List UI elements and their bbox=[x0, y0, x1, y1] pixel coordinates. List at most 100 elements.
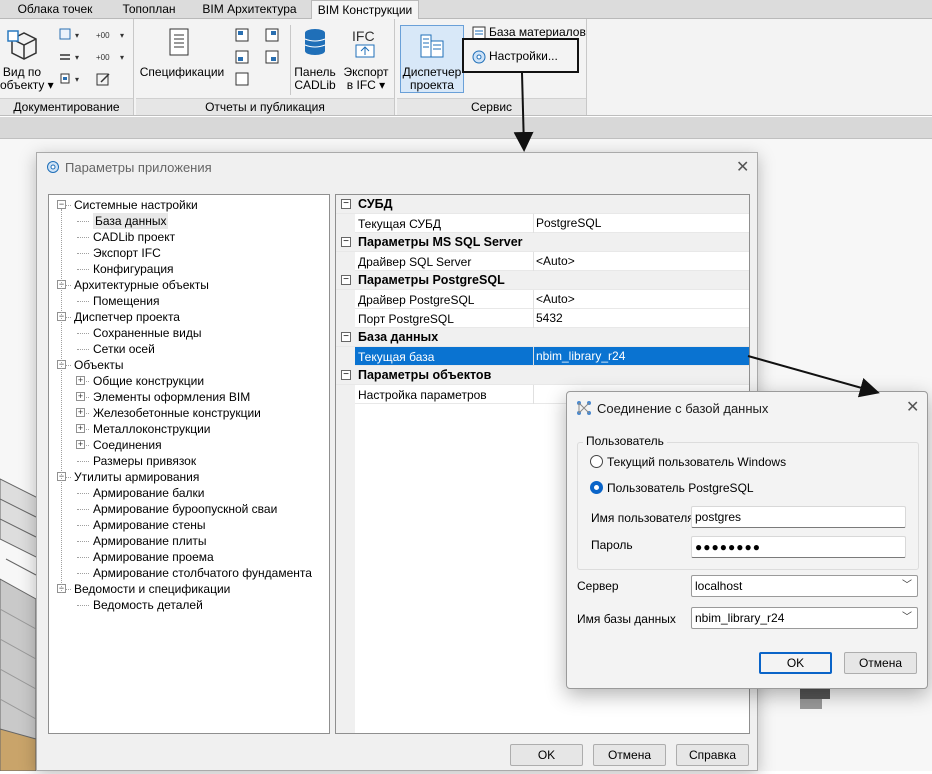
tree-node-item[interactable]: Помещения bbox=[93, 293, 159, 309]
column-divider bbox=[533, 347, 534, 366]
tree-node-item[interactable]: Ведомость деталей bbox=[93, 597, 203, 613]
tree-node-group[interactable]: Системные настройки bbox=[74, 197, 198, 213]
db-ok-button[interactable]: OK bbox=[759, 652, 832, 674]
collapse-icon[interactable]: − bbox=[341, 199, 351, 209]
grid-property-row[interactable]: Драйвер PostgreSQL <Auto> bbox=[336, 290, 749, 309]
tree-node-item[interactable]: Армирование плиты bbox=[93, 533, 207, 549]
specifications-button[interactable]: Спецификации bbox=[136, 66, 228, 79]
property-value[interactable]: PostgreSQL bbox=[536, 216, 601, 230]
cancel-button[interactable]: Отмена bbox=[593, 744, 666, 766]
dimension-icon-2[interactable]: +00 ▾ bbox=[95, 49, 129, 68]
tree-node-item[interactable]: Армирование стены bbox=[93, 517, 206, 533]
tree-connector bbox=[77, 461, 89, 462]
tree-node-item[interactable]: Размеры привязок bbox=[93, 453, 196, 469]
tree-node-item[interactable]: Металлоконструкции bbox=[93, 421, 211, 437]
collapse-icon[interactable]: − bbox=[341, 275, 351, 285]
grid-property-row[interactable]: Текущая СУБД PostgreSQL bbox=[336, 214, 749, 233]
expand-icon[interactable]: + bbox=[76, 376, 85, 385]
ok-button[interactable]: OK bbox=[510, 744, 583, 766]
report-small-icon-1[interactable] bbox=[234, 27, 250, 46]
dimension-icon-1[interactable]: +00 ▾ bbox=[95, 27, 129, 46]
radio-windows-label[interactable]: Текущий пользователь Windows bbox=[607, 455, 786, 469]
tree-node-group[interactable]: Архитектурные объекты bbox=[74, 277, 209, 293]
server-label: Сервер bbox=[577, 579, 619, 593]
doc-small-icon-2[interactable]: ▾ bbox=[58, 49, 84, 68]
tree-node-item[interactable]: База данных bbox=[93, 213, 169, 229]
grid-category[interactable]: − Параметры PostgreSQL bbox=[336, 271, 749, 290]
property-value[interactable]: 5432 bbox=[536, 311, 563, 325]
tree-node-group[interactable]: Ведомости и спецификации bbox=[74, 581, 230, 597]
tree-node-item[interactable]: Армирование столбчатого фундамента bbox=[93, 565, 312, 581]
tab-bim-structures[interactable]: BIM Конструкции bbox=[311, 0, 419, 19]
tree-node-group[interactable]: Диспетчер проекта bbox=[74, 309, 180, 325]
collapse-icon[interactable]: − bbox=[341, 332, 351, 342]
grid-category[interactable]: − Параметры MS SQL Server bbox=[336, 233, 749, 252]
tree-node-group[interactable]: Утилиты армирования bbox=[74, 469, 199, 485]
close-icon[interactable]: ✕ bbox=[736, 157, 749, 177]
radio-postgres-label[interactable]: Пользователь PostgreSQL bbox=[607, 481, 754, 495]
collapse-icon[interactable]: − bbox=[57, 200, 66, 209]
cadlib-panel-button[interactable]: Панель CADLib bbox=[290, 66, 340, 92]
close-icon[interactable]: ✕ bbox=[906, 397, 919, 417]
property-value[interactable]: <Auto> bbox=[536, 254, 575, 268]
grid-category[interactable]: − СУБД bbox=[336, 195, 749, 214]
grid-property-row[interactable]: Порт PostgreSQL 5432 bbox=[336, 309, 749, 328]
ifc-export-button[interactable]: Экспорт в IFC ▾ bbox=[340, 66, 392, 92]
report-small-icon-4[interactable] bbox=[264, 27, 280, 46]
tree-node-item[interactable]: Сетки осей bbox=[93, 341, 155, 357]
tree-node-item[interactable]: Соединения bbox=[93, 437, 162, 453]
tree-node-item[interactable]: Конфигурация bbox=[93, 261, 174, 277]
collapse-icon[interactable]: − bbox=[341, 370, 351, 380]
help-button[interactable]: Справка bbox=[676, 744, 749, 766]
expand-icon[interactable]: + bbox=[76, 392, 85, 401]
tab-bim-architecture[interactable]: BIM Архитектура bbox=[192, 0, 307, 19]
grid-category[interactable]: − Параметры объектов bbox=[336, 366, 749, 385]
grid-property-row[interactable]: Текущая база nbim_library_r24 bbox=[336, 347, 749, 366]
db-cancel-button[interactable]: Отмена bbox=[844, 652, 917, 674]
tree-node-item[interactable]: Армирование проема bbox=[93, 549, 214, 565]
project-manager-button[interactable]: Диспетчер проекта bbox=[400, 66, 464, 92]
settings-tree[interactable]: − Системные настройки База данных CADLib пр… bbox=[48, 194, 330, 734]
tree-node-item[interactable]: Общие конструкции bbox=[93, 373, 204, 389]
edit-icon[interactable] bbox=[95, 71, 115, 90]
property-value[interactable]: <Auto> bbox=[536, 292, 575, 306]
tree-node-item[interactable]: Сохраненные виды bbox=[93, 325, 201, 341]
property-value[interactable]: nbim_library_r24 bbox=[536, 349, 625, 363]
dbname-combo[interactable]: nbim_library_r24 ﹀ bbox=[691, 607, 918, 629]
report-small-icon-3[interactable] bbox=[234, 71, 250, 90]
username-field[interactable]: postgres bbox=[691, 506, 906, 528]
tree-node-item[interactable]: CADLib проект bbox=[93, 229, 175, 245]
radio-postgres-user[interactable] bbox=[590, 481, 603, 494]
property-name: Порт PostgreSQL bbox=[358, 312, 454, 326]
view-by-object-button[interactable]: Вид по объекту ▾ bbox=[0, 66, 54, 92]
password-field[interactable]: ●●●●●●●● bbox=[691, 536, 906, 558]
tree-node-item[interactable]: Армирование балки bbox=[93, 485, 204, 501]
report-small-icon-2[interactable] bbox=[234, 49, 250, 68]
report-small-icon-5[interactable] bbox=[264, 49, 280, 68]
grid-category[interactable]: − База данных bbox=[336, 328, 749, 347]
db-connection-dialog: Соединение с базой данных ✕ Пользователь… bbox=[566, 391, 928, 689]
server-combo[interactable]: localhost ﹀ bbox=[691, 575, 918, 597]
expand-icon[interactable]: + bbox=[76, 424, 85, 433]
doc-small-icon-3[interactable]: ▾ bbox=[58, 71, 84, 90]
property-name: Текущая база bbox=[358, 350, 435, 364]
tab-topoplan[interactable]: Топоплан bbox=[110, 0, 188, 19]
row-gutter bbox=[336, 252, 355, 271]
tree-node-item[interactable]: Железобетонные конструкции bbox=[93, 405, 261, 421]
tree-node-item[interactable]: Армирование буроопускной сваи bbox=[93, 501, 277, 517]
svg-text:IFC: IFC bbox=[352, 28, 375, 44]
tree-connector bbox=[77, 509, 89, 510]
collapse-icon[interactable]: − bbox=[341, 237, 351, 247]
tree-node-item[interactable]: Элементы оформления BIM bbox=[93, 389, 250, 405]
panel-title-service: Сервис bbox=[397, 98, 586, 115]
tree-node-group[interactable]: Объекты bbox=[74, 357, 124, 373]
tab-point-clouds[interactable]: Облака точек bbox=[0, 0, 110, 19]
grid-property-row[interactable]: Драйвер SQL Server <Auto> bbox=[336, 252, 749, 271]
tree-node-item[interactable]: Экспорт IFC bbox=[93, 245, 161, 261]
expand-icon[interactable]: + bbox=[76, 408, 85, 417]
radio-windows-user[interactable] bbox=[590, 455, 603, 468]
expand-icon[interactable]: + bbox=[76, 440, 85, 449]
tree-connector bbox=[77, 349, 89, 350]
tree-connector bbox=[77, 253, 89, 254]
doc-small-icon-1[interactable]: ▾ bbox=[58, 27, 84, 46]
